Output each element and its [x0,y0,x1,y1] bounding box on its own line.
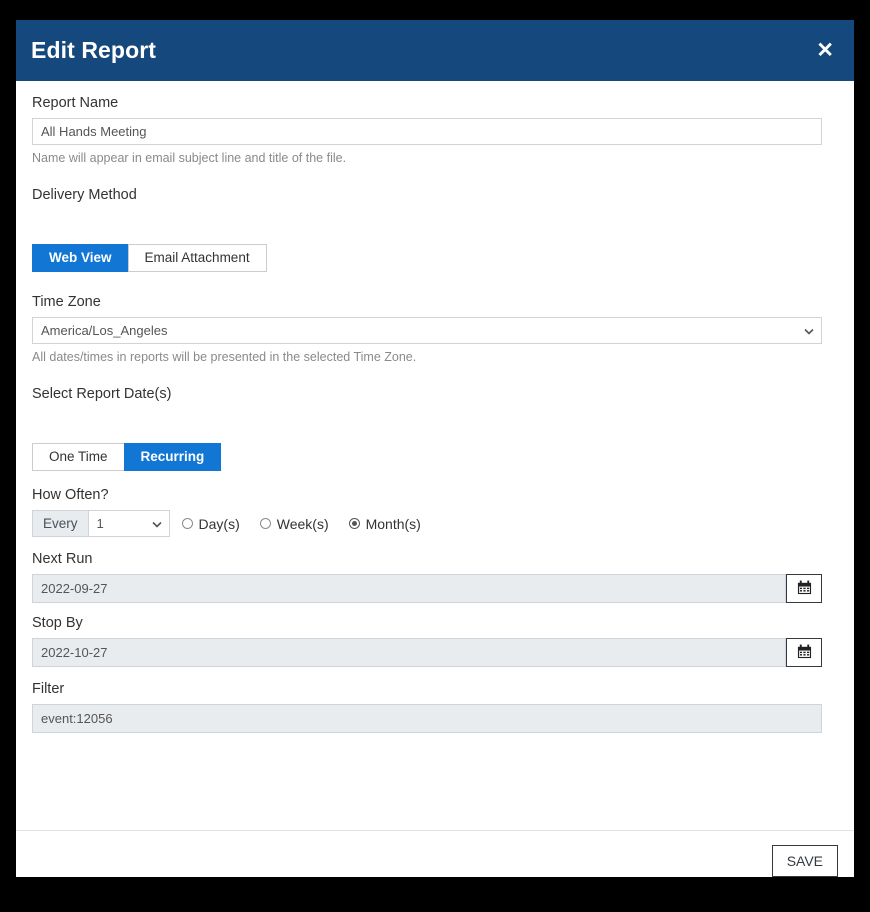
frequency-unit-weeks-radio[interactable]: Week(s) [259,515,329,532]
filter-label: Filter [32,681,65,697]
dialog-body: Report Name Name will appear in email su… [16,81,854,830]
calendar-icon [797,644,812,662]
stop-by-label: Stop By [32,615,83,631]
dialog-header: Edit Report ✕ [16,20,854,81]
filter-input[interactable]: event:12056 [32,704,822,733]
calendar-icon [797,580,812,598]
frequency-unit-months-radio[interactable]: Month(s) [348,515,421,532]
next-run-input[interactable]: 2022-09-27 [32,574,786,603]
time-zone-select[interactable]: America/Los_Angeles [32,317,822,344]
delivery-method-toggle-group: Web View Email Attachment [32,244,838,272]
next-run-calendar-button[interactable] [786,574,822,603]
delivery-method-email-attachment-button[interactable]: Email Attachment [127,244,267,272]
radio-mark-icon [259,518,271,529]
close-icon[interactable]: ✕ [812,38,838,63]
delivery-method-web-view-button[interactable]: Web View [32,244,129,272]
frequency-unit-radio-group: Day(s) Week(s) Month(s) [181,515,441,532]
stop-by-calendar-button[interactable] [786,638,822,667]
interval-select-wrap: 1 [87,510,170,537]
interval-select[interactable]: 1 [87,510,170,537]
every-addon: Every [32,510,88,537]
time-zone-label: Time Zone [32,294,101,310]
save-button[interactable]: SAVE [771,845,838,877]
report-dates-label: Select Report Date(s) [32,386,172,402]
time-zone-select-wrap: America/Los_Angeles [32,317,822,344]
radio-mark-icon [181,518,193,529]
stop-by-row: 2022-10-27 [32,638,838,667]
report-name-help: Name will appear in email subject line a… [32,151,347,165]
report-dates-toggle-group: One Time Recurring [32,443,838,471]
report-name-input[interactable] [32,118,822,145]
radio-mark-icon [348,518,360,529]
next-run-label: Next Run [32,551,93,567]
report-dates-one-time-button[interactable]: One Time [32,443,125,471]
next-run-row: 2022-09-27 [32,574,838,603]
dialog-title: Edit Report [31,37,157,63]
delivery-method-label: Delivery Method [32,187,137,203]
frequency-unit-days-label: Day(s) [198,515,240,532]
stop-by-input[interactable]: 2022-10-27 [32,638,786,667]
report-name-label: Report Name [32,95,119,111]
report-dates-recurring-button[interactable]: Recurring [123,443,222,471]
how-often-row: Every 1 Day(s) Week(s) Month(s) [32,510,838,537]
time-zone-help: All dates/times in reports will be prese… [32,350,417,364]
how-often-label: How Often? [32,487,109,503]
frequency-unit-months-label: Month(s) [365,515,421,532]
edit-report-dialog: Edit Report ✕ Report Name Name will appe… [16,20,854,877]
frequency-unit-weeks-label: Week(s) [276,515,329,532]
frequency-unit-days-radio[interactable]: Day(s) [181,515,240,532]
dialog-footer: SAVE [16,830,854,877]
